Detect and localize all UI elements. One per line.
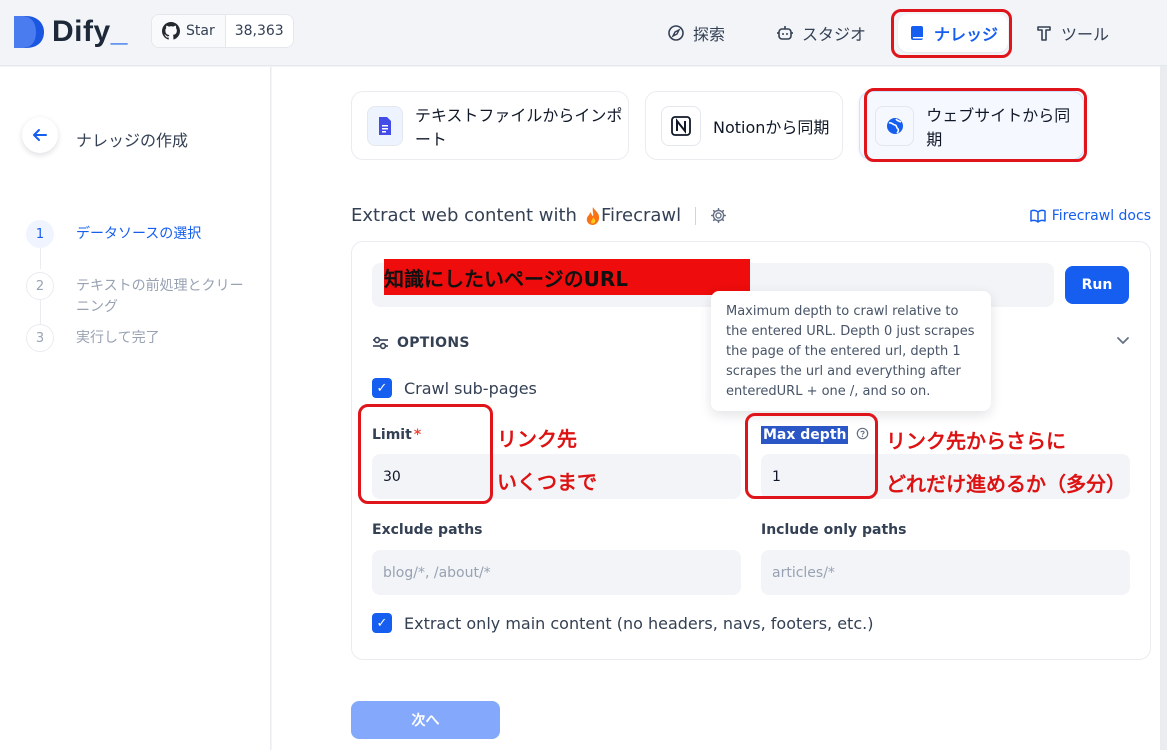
tool-icon xyxy=(1037,26,1051,41)
exclude-paths-label: Exclude paths xyxy=(372,522,483,538)
extract-provider: Firecrawl xyxy=(600,205,682,226)
run-button[interactable]: Run xyxy=(1065,266,1129,304)
annotation-limit-line2: いくつまで xyxy=(497,470,597,494)
github-star-button[interactable]: Star 38,363 xyxy=(151,14,294,48)
notion-icon xyxy=(661,105,701,146)
options-label: OPTIONS xyxy=(397,335,470,351)
firecrawl-docs-link[interactable]: Firecrawl docs xyxy=(1029,208,1151,224)
nav-explore[interactable]: 探索 xyxy=(657,14,735,52)
sidebar: ナレッジの作成 1 データソースの選択 2 テキストの前処理とクリーニング 3 … xyxy=(0,67,271,750)
logo-underscore: _ xyxy=(110,15,128,48)
nav-explore-label: 探索 xyxy=(693,25,726,44)
step-1[interactable]: 1 データソースの選択 xyxy=(26,220,246,248)
source-file-import[interactable]: テキストファイルからインポート xyxy=(351,91,629,160)
robot-icon xyxy=(777,26,793,40)
annotation-frame-limit xyxy=(358,404,493,504)
dify-logo-icon xyxy=(14,16,44,48)
annotation-depth-line2: どれだけ進めるか（多分） xyxy=(886,472,1126,496)
nav-tools[interactable]: ツール xyxy=(1025,14,1119,52)
github-icon xyxy=(162,22,180,40)
extract-title-prefix: Extract web content with xyxy=(351,205,577,226)
extract-title: Extract web content with Firecrawl xyxy=(351,205,727,226)
nav-studio-label: スタジオ xyxy=(802,25,867,44)
main-content-checkbox[interactable]: ✓ Extract only main content (no headers,… xyxy=(372,613,873,633)
dify-logo[interactable]: Dify_ xyxy=(12,14,128,50)
star-label: Star xyxy=(186,23,215,39)
include-paths-label: Include only paths xyxy=(761,522,907,538)
sliders-icon xyxy=(373,336,388,350)
step-2: 2 テキストの前処理とクリーニング xyxy=(26,272,246,318)
step-3-label: 実行して完了 xyxy=(76,330,160,346)
step-2-number: 2 xyxy=(26,272,54,300)
exclude-paths-input[interactable]: blog/*, /about/* xyxy=(372,550,741,595)
step-1-label: データソースの選択 xyxy=(76,226,202,242)
nav-studio[interactable]: スタジオ xyxy=(766,14,876,52)
include-paths-input[interactable]: articles/* xyxy=(761,550,1130,595)
url-annotation: 知識にしたいページのURL xyxy=(384,259,750,295)
step-3: 3 実行して完了 xyxy=(26,324,246,352)
sidebar-title: ナレッジの作成 xyxy=(76,131,189,150)
gear-icon[interactable] xyxy=(710,207,727,224)
main-content-label: Extract only main content (no headers, n… xyxy=(404,613,874,633)
checkbox-checked-icon: ✓ xyxy=(372,378,392,398)
annotation-frame-depth xyxy=(745,413,878,499)
file-icon xyxy=(367,105,403,146)
logo-text: Dify xyxy=(52,15,111,48)
source-notion-sync[interactable]: Notionから同期 xyxy=(645,91,843,160)
book-open-icon xyxy=(1029,209,1046,223)
star-count: 38,363 xyxy=(234,23,284,39)
step-connector xyxy=(40,248,41,269)
title-divider xyxy=(695,206,697,225)
source-file-label: テキストファイルからインポート xyxy=(414,105,623,149)
crawl-sub-pages-checkbox[interactable]: ✓ Crawl sub-pages xyxy=(372,378,537,398)
annotation-frame-website xyxy=(864,88,1087,162)
max-depth-tooltip: Maximum depth to crawl relative to the e… xyxy=(711,291,991,411)
crawl-sub-pages-label: Crawl sub-pages xyxy=(404,378,537,398)
step-2-label: テキストの前処理とクリーニング xyxy=(76,278,244,315)
fire-icon xyxy=(586,206,600,225)
options-toggle[interactable]: OPTIONS xyxy=(372,335,470,351)
annotation-frame-knowledge xyxy=(891,9,1012,58)
step-3-number: 3 xyxy=(26,324,54,352)
source-notion-label: Notionから同期 xyxy=(713,117,830,137)
back-button[interactable] xyxy=(22,117,58,153)
next-button[interactable]: 次へ xyxy=(351,701,500,739)
docs-link-label: Firecrawl docs xyxy=(1051,208,1151,224)
chevron-down-icon[interactable] xyxy=(1116,334,1130,350)
scrollbar[interactable] xyxy=(1160,66,1167,750)
checkbox-checked-icon: ✓ xyxy=(372,613,392,633)
arrow-left-icon xyxy=(33,129,47,141)
nav-tools-label: ツール xyxy=(1061,25,1110,44)
step-1-number: 1 xyxy=(26,220,54,248)
compass-icon xyxy=(668,25,684,41)
annotation-limit-line1: リンク先 xyxy=(497,427,577,451)
annotation-depth-line1: リンク先からさらに xyxy=(886,429,1066,453)
